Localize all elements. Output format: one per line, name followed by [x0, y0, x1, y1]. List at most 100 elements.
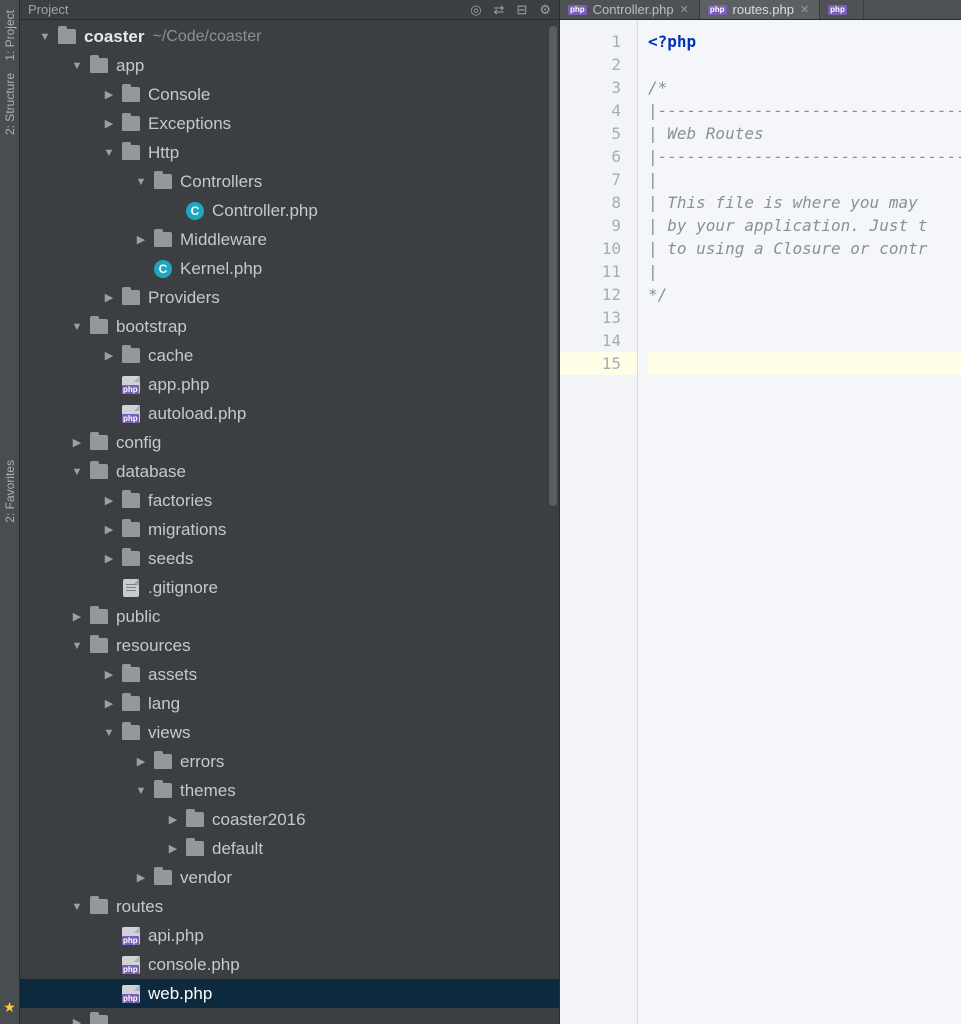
tree-folder[interactable]: ▶ Console	[20, 80, 559, 109]
tool-window-structure[interactable]: 2: Structure	[3, 73, 17, 135]
tree-folder[interactable]: ▶coaster2016	[20, 805, 559, 834]
code-line[interactable]: |--------------------------------	[648, 99, 961, 122]
tree-folder[interactable]: ▶Providers	[20, 283, 559, 312]
tree-folder[interactable]: ▶seeds	[20, 544, 559, 573]
code-line[interactable]: | Web Routes	[648, 122, 961, 145]
chevron-down-icon[interactable]: ▼	[70, 900, 84, 914]
tree-folder[interactable]: ▶	[20, 1008, 559, 1024]
tree-file[interactable]: ▶CController.php	[20, 196, 559, 225]
tree-file[interactable]: ▶.gitignore	[20, 573, 559, 602]
code-line[interactable]: /*	[648, 76, 961, 99]
chevron-down-icon[interactable]: ▼	[102, 146, 116, 160]
tree-file[interactable]: ▶CKernel.php	[20, 254, 559, 283]
tree-folder[interactable]: ▼ themes	[20, 776, 559, 805]
code-line[interactable]: |	[648, 168, 961, 191]
tree-folder[interactable]: ▼coaster~/Code/coaster	[20, 22, 559, 51]
editor-tab[interactable]: phproutes.php✕	[700, 0, 820, 19]
project-tree[interactable]: ▼coaster~/Code/coaster▼app▶Console▶Excep…	[20, 20, 559, 1024]
chevron-down-icon[interactable]: ▼	[38, 30, 52, 44]
chevron-right-icon[interactable]: ▶	[134, 233, 148, 247]
chevron-down-icon[interactable]: ▼	[70, 59, 84, 73]
tree-folder[interactable]: ▼database	[20, 457, 559, 486]
tree-item-label: public	[116, 607, 160, 627]
tree-folder[interactable]: ▶migrations	[20, 515, 559, 544]
code-line[interactable]: <?php	[648, 30, 961, 53]
tree-folder[interactable]: ▶default	[20, 834, 559, 863]
chevron-right-icon[interactable]: ▶	[102, 88, 116, 102]
tree-file[interactable]: ▶console.php	[20, 950, 559, 979]
tree-file[interactable]: ▶api.php	[20, 921, 559, 950]
editor-area: phpController.php✕phproutes.php✕php 1234…	[560, 0, 961, 1024]
tree-folder[interactable]: ▼bootstrap	[20, 312, 559, 341]
chevron-right-icon[interactable]: ▶	[70, 436, 84, 450]
chevron-right-icon[interactable]: ▶	[70, 610, 84, 624]
chevron-right-icon[interactable]: ▶	[102, 523, 116, 537]
code-area[interactable]: <?php/*|--------------------------------…	[638, 20, 961, 1024]
target-icon[interactable]: ◎	[470, 2, 481, 18]
code-line[interactable]: | by your application. Just t	[648, 214, 961, 237]
chevron-right-icon[interactable]: ▶	[102, 494, 116, 508]
tree-folder[interactable]: ▶lang	[20, 689, 559, 718]
chevron-right-icon[interactable]: ▶	[134, 871, 148, 885]
tree-item-label: Console	[148, 85, 210, 105]
code-line[interactable]	[648, 306, 961, 329]
chevron-right-icon[interactable]: ▶	[102, 291, 116, 305]
code-line[interactable]	[648, 352, 961, 375]
tree-file[interactable]: ▶autoload.php	[20, 399, 559, 428]
tree-folder[interactable]: ▶Middleware	[20, 225, 559, 254]
code-line[interactable]: */	[648, 283, 961, 306]
code-line[interactable]: |	[648, 260, 961, 283]
chevron-down-icon[interactable]: ▼	[70, 465, 84, 479]
tool-window-favorites[interactable]: 2: Favorites	[3, 460, 17, 523]
code-line[interactable]: | This file is where you may	[648, 191, 961, 214]
chevron-right-icon[interactable]: ▶	[102, 668, 116, 682]
chevron-right-icon[interactable]: ▶	[102, 552, 116, 566]
tree-folder[interactable]: ▶ public	[20, 602, 559, 631]
tree-folder[interactable]: ▶errors	[20, 747, 559, 776]
php-file-icon	[122, 405, 140, 423]
tree-folder[interactable]: ▶cache	[20, 341, 559, 370]
tree-folder[interactable]: ▼Http	[20, 138, 559, 167]
code-line[interactable]: |--------------------------------	[648, 145, 961, 168]
scrollbar-thumb[interactable]	[549, 26, 557, 506]
code-line[interactable]: | to using a Closure or contr	[648, 237, 961, 260]
tool-window-project[interactable]: 1: Project	[3, 10, 17, 61]
folder-icon	[122, 492, 140, 510]
tree-folder[interactable]: ▼resources	[20, 631, 559, 660]
chevron-down-icon[interactable]: ▼	[134, 784, 148, 798]
chevron-down-icon[interactable]: ▼	[70, 320, 84, 334]
chevron-right-icon[interactable]: ▶	[102, 349, 116, 363]
tree-folder[interactable]: ▼Controllers	[20, 167, 559, 196]
tree-folder[interactable]: ▼app	[20, 51, 559, 80]
chevron-right-icon[interactable]: ▶	[166, 813, 180, 827]
chevron-right-icon[interactable]: ▶	[102, 697, 116, 711]
tree-folder[interactable]: ▼views	[20, 718, 559, 747]
chevron-down-icon[interactable]: ▼	[102, 726, 116, 740]
chevron-right-icon[interactable]: ▶	[70, 1016, 84, 1024]
chevron-right-icon[interactable]: ▶	[166, 842, 180, 856]
tree-folder[interactable]: ▶vendor	[20, 863, 559, 892]
code-line[interactable]	[648, 329, 961, 352]
tree-file[interactable]: ▶web.php	[20, 979, 559, 1008]
collapse-icon[interactable]: ⊟	[516, 2, 527, 18]
editor-tab[interactable]: php	[820, 0, 864, 19]
tree-folder[interactable]: ▶factories	[20, 486, 559, 515]
tree-folder[interactable]: ▶config	[20, 428, 559, 457]
close-icon[interactable]: ✕	[680, 3, 689, 16]
chevron-right-icon[interactable]: ▶	[134, 755, 148, 769]
folder-icon	[122, 724, 140, 742]
tree-folder[interactable]: ▶assets	[20, 660, 559, 689]
chevron-right-icon[interactable]: ▶	[102, 117, 116, 131]
code-line[interactable]	[648, 53, 961, 76]
autoscroll-icon[interactable]: ⇄	[494, 2, 505, 18]
settings-gear-icon[interactable]: ⚙	[539, 2, 551, 18]
tree-folder[interactable]: ▶Exceptions	[20, 109, 559, 138]
tree-item-label: coaster	[84, 27, 144, 47]
chevron-down-icon[interactable]: ▼	[134, 175, 148, 189]
chevron-down-icon[interactable]: ▼	[70, 639, 84, 653]
close-icon[interactable]: ✕	[800, 3, 809, 16]
editor-tab[interactable]: phpController.php✕	[560, 0, 700, 19]
tree-item-label: themes	[180, 781, 236, 801]
tree-file[interactable]: ▶app.php	[20, 370, 559, 399]
tree-folder[interactable]: ▼routes	[20, 892, 559, 921]
